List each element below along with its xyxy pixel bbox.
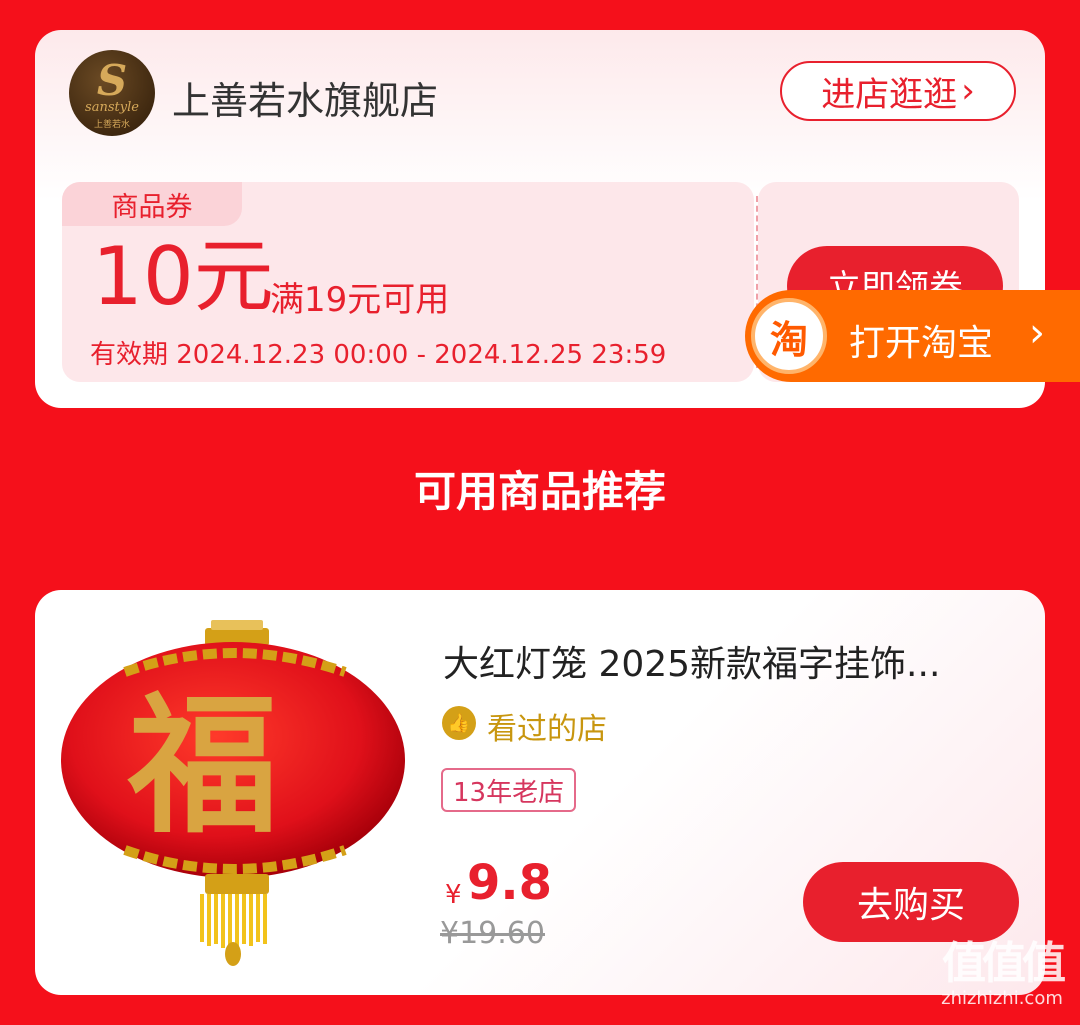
chevron-right-icon: › — [1029, 310, 1045, 356]
product-title[interactable]: 大红灯笼 2025新款福字挂饰... — [443, 635, 940, 687]
lantern-image: 福 — [61, 620, 405, 966]
thumbs-up-icon: 👍 — [442, 706, 476, 740]
seen-store-label: 看过的店 — [487, 712, 607, 747]
taobao-icon: 淘 — [751, 298, 827, 374]
coupon-amount: 10元 — [92, 230, 274, 323]
open-taobao-banner[interactable]: 淘 打开淘宝 › — [745, 290, 1080, 382]
buy-button[interactable]: 去购买 — [803, 862, 1019, 942]
open-taobao-label: 打开淘宝 — [849, 323, 994, 364]
chevron-right-icon: › — [961, 71, 975, 111]
logo-cn: 上善若水 — [93, 120, 130, 130]
product-card[interactable]: 福 大红灯笼 2025新款福字挂饰... 👍 看过的店 13年老店 ¥ 9.8 … — [35, 590, 1045, 995]
watermark-logo-icon: 值值值 — [942, 938, 1066, 989]
visit-store-label: 进店逛逛 — [821, 74, 958, 115]
watermark: 值值值 zhizhizhi.com — [928, 938, 1076, 1010]
coupon-condition: 满19元可用 — [270, 280, 450, 320]
store-logo[interactable]: S sanstyle 上善若水 — [69, 50, 155, 136]
coupon-validity: 有效期 2024.12.23 00:00 - 2024.12.25 23:59 — [90, 340, 667, 370]
product-image[interactable]: 福 — [55, 620, 415, 970]
visit-store-button[interactable]: 进店逛逛 › — [780, 61, 1016, 121]
watermark-text: zhizhizhi.com — [941, 988, 1063, 1009]
logo-letter: S — [96, 56, 128, 105]
store-name[interactable]: 上善若水旗舰店 — [172, 70, 438, 125]
product-price: 9.8 — [467, 855, 553, 911]
currency-symbol: ¥ — [445, 880, 462, 910]
shop-age-badge: 13年老店 — [441, 768, 577, 812]
section-title: 可用商品推荐 — [413, 467, 666, 516]
logo-brand: sanstyle — [85, 100, 139, 115]
coupon-tag: 商品券 — [62, 182, 242, 226]
fu-character: 福 — [127, 678, 278, 854]
coupon-body: 商品券 10元 满19元可用 有效期 2024.12.23 00:00 - 20… — [62, 182, 754, 382]
original-price: ¥19.60 — [440, 916, 545, 951]
